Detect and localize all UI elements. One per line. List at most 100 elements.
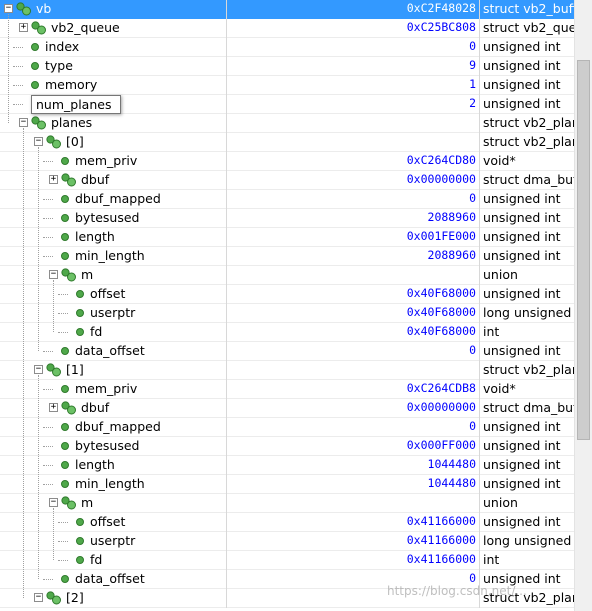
tree-row[interactable]: bytesused 0x000FF000 unsigned int xyxy=(0,437,574,456)
field-icon xyxy=(61,385,69,393)
variable-name: dbuf_mapped xyxy=(75,419,161,434)
variable-type: unsigned int xyxy=(483,58,561,73)
variable-type: struct dma_buf* xyxy=(483,400,574,415)
value-cell[interactable]: 2 xyxy=(227,95,480,114)
value-cell[interactable] xyxy=(227,361,480,380)
value-cell[interactable]: 0x41166000 xyxy=(227,551,480,570)
tree-row[interactable]: mem_priv 0xC264CD80 void* xyxy=(0,152,574,171)
variable-name: bytesused xyxy=(75,438,140,453)
type-cell: struct vb2_plane xyxy=(480,361,574,380)
struct-icon xyxy=(46,135,62,149)
tree-row[interactable]: bytesused 2088960 unsigned int xyxy=(0,209,574,228)
tree-row[interactable]: min_length 2088960 unsigned int xyxy=(0,247,574,266)
expand-toggle-icon[interactable]: + xyxy=(19,23,28,32)
name-cell: index xyxy=(0,38,227,57)
name-cell: bytesused xyxy=(0,437,227,456)
tree-row[interactable]: fd 0x40F68000 int xyxy=(0,323,574,342)
value-cell[interactable] xyxy=(227,114,480,133)
tree-guide-line xyxy=(53,280,54,332)
value-cell[interactable] xyxy=(227,133,480,152)
value-cell[interactable]: 0 xyxy=(227,190,480,209)
field-icon xyxy=(76,309,84,317)
tree-row[interactable]: index 0 unsigned int xyxy=(0,38,574,57)
field-icon xyxy=(76,537,84,545)
collapse-toggle-icon[interactable]: − xyxy=(19,118,28,127)
tree-row[interactable]: + dbuf 0x00000000 struct dma_buf* xyxy=(0,171,574,190)
value-cell[interactable]: 0xC2F48028 xyxy=(227,0,480,19)
value-cell[interactable]: 0 xyxy=(227,38,480,57)
collapse-toggle-icon[interactable]: − xyxy=(49,498,58,507)
value-cell[interactable]: 0x41166000 xyxy=(227,513,480,532)
value-cell[interactable]: 0x40F68000 xyxy=(227,304,480,323)
tree-guide-line xyxy=(23,128,24,598)
field-icon xyxy=(31,81,39,89)
scrollbar-thumb[interactable] xyxy=(577,60,590,440)
tree-row[interactable]: − [1] struct vb2_plane xyxy=(0,361,574,380)
tree-row[interactable]: data_offset 0 unsigned int xyxy=(0,342,574,361)
tree-row[interactable]: + dbuf 0x00000000 struct dma_buf* xyxy=(0,399,574,418)
value-cell[interactable]: 2088960 xyxy=(227,209,480,228)
value-cell[interactable]: 0x40F68000 xyxy=(227,323,480,342)
value-cell[interactable] xyxy=(227,266,480,285)
value-cell[interactable]: 1044480 xyxy=(227,475,480,494)
collapse-toggle-icon[interactable]: − xyxy=(34,137,43,146)
value-cell[interactable]: 0 xyxy=(227,418,480,437)
variable-name: dbuf xyxy=(81,400,110,415)
value-cell[interactable]: 1044480 xyxy=(227,456,480,475)
variable-value: 0xC264CDB8 xyxy=(406,381,476,395)
tree-row[interactable]: userptr 0x40F68000 long unsigned int xyxy=(0,304,574,323)
tree-row[interactable]: − planes struct vb2_plane xyxy=(0,114,574,133)
value-cell[interactable]: 9 xyxy=(227,57,480,76)
value-cell[interactable]: 0 xyxy=(227,342,480,361)
vertical-scrollbar[interactable] xyxy=(574,0,592,611)
tree-row[interactable]: userptr 0x41166000 long unsigned int xyxy=(0,532,574,551)
value-cell[interactable]: 0x000FF000 xyxy=(227,437,480,456)
tree-row[interactable]: − vb 0xC2F48028 struct vb2_buffer xyxy=(0,0,574,19)
tree-guide-line xyxy=(58,522,68,523)
expand-toggle-icon[interactable]: + xyxy=(49,403,58,412)
variable-name: [1] xyxy=(66,362,84,377)
tree-row[interactable]: length 1044480 unsigned int xyxy=(0,456,574,475)
collapse-toggle-icon[interactable]: − xyxy=(34,365,43,374)
tree-row[interactable]: memory 1 unsigned int xyxy=(0,76,574,95)
value-cell[interactable]: 0x00000000 xyxy=(227,399,480,418)
expand-toggle-icon[interactable]: + xyxy=(49,175,58,184)
value-cell[interactable]: 0xC264CDB8 xyxy=(227,380,480,399)
tree-row[interactable]: − m union xyxy=(0,494,574,513)
tree-row[interactable]: − [0] struct vb2_plane xyxy=(0,133,574,152)
variable-name: vb2_queue xyxy=(51,20,120,35)
variable-value: 0x41166000 xyxy=(406,514,476,528)
value-cell[interactable]: 2088960 xyxy=(227,247,480,266)
tree-row[interactable]: offset 0x41166000 unsigned int xyxy=(0,513,574,532)
value-cell[interactable]: 0xC264CD80 xyxy=(227,152,480,171)
type-cell: long unsigned int xyxy=(480,304,574,323)
value-cell[interactable]: 0x40F68000 xyxy=(227,285,480,304)
variable-name: mem_priv xyxy=(75,381,138,396)
tree-row[interactable]: type 9 unsigned int xyxy=(0,57,574,76)
variable-name: dbuf xyxy=(81,172,110,187)
tree-row[interactable]: mem_priv 0xC264CDB8 void* xyxy=(0,380,574,399)
value-cell[interactable]: 0xC25BC808 xyxy=(227,19,480,38)
name-cell: dbuf_mapped xyxy=(0,418,227,437)
value-cell[interactable]: 1 xyxy=(227,76,480,95)
type-cell: unsigned int xyxy=(480,57,574,76)
tree-row[interactable]: length 0x001FE000 unsigned int xyxy=(0,228,574,247)
tree-row[interactable]: − m union xyxy=(0,266,574,285)
variable-name: min_length xyxy=(75,476,145,491)
type-cell: unsigned int xyxy=(480,437,574,456)
tree-row[interactable]: dbuf_mapped 0 unsigned int xyxy=(0,190,574,209)
collapse-toggle-icon[interactable]: − xyxy=(4,4,13,13)
collapse-toggle-icon[interactable]: − xyxy=(49,270,58,279)
tree-row[interactable]: dbuf_mapped 0 unsigned int xyxy=(0,418,574,437)
collapse-toggle-icon[interactable]: − xyxy=(34,593,43,602)
value-cell[interactable]: 0x001FE000 xyxy=(227,228,480,247)
value-cell[interactable] xyxy=(227,494,480,513)
tree-row[interactable]: min_length 1044480 unsigned int xyxy=(0,475,574,494)
value-cell[interactable]: 0x41166000 xyxy=(227,532,480,551)
value-cell[interactable]: 0x00000000 xyxy=(227,171,480,190)
tree-row[interactable]: offset 0x40F68000 unsigned int xyxy=(0,285,574,304)
tree-row[interactable]: fd 0x41166000 int xyxy=(0,551,574,570)
variable-name: data_offset xyxy=(75,571,145,586)
name-cell: − planes xyxy=(0,114,227,133)
tree-row[interactable]: + vb2_queue 0xC25BC808 struct vb2_queue xyxy=(0,19,574,38)
